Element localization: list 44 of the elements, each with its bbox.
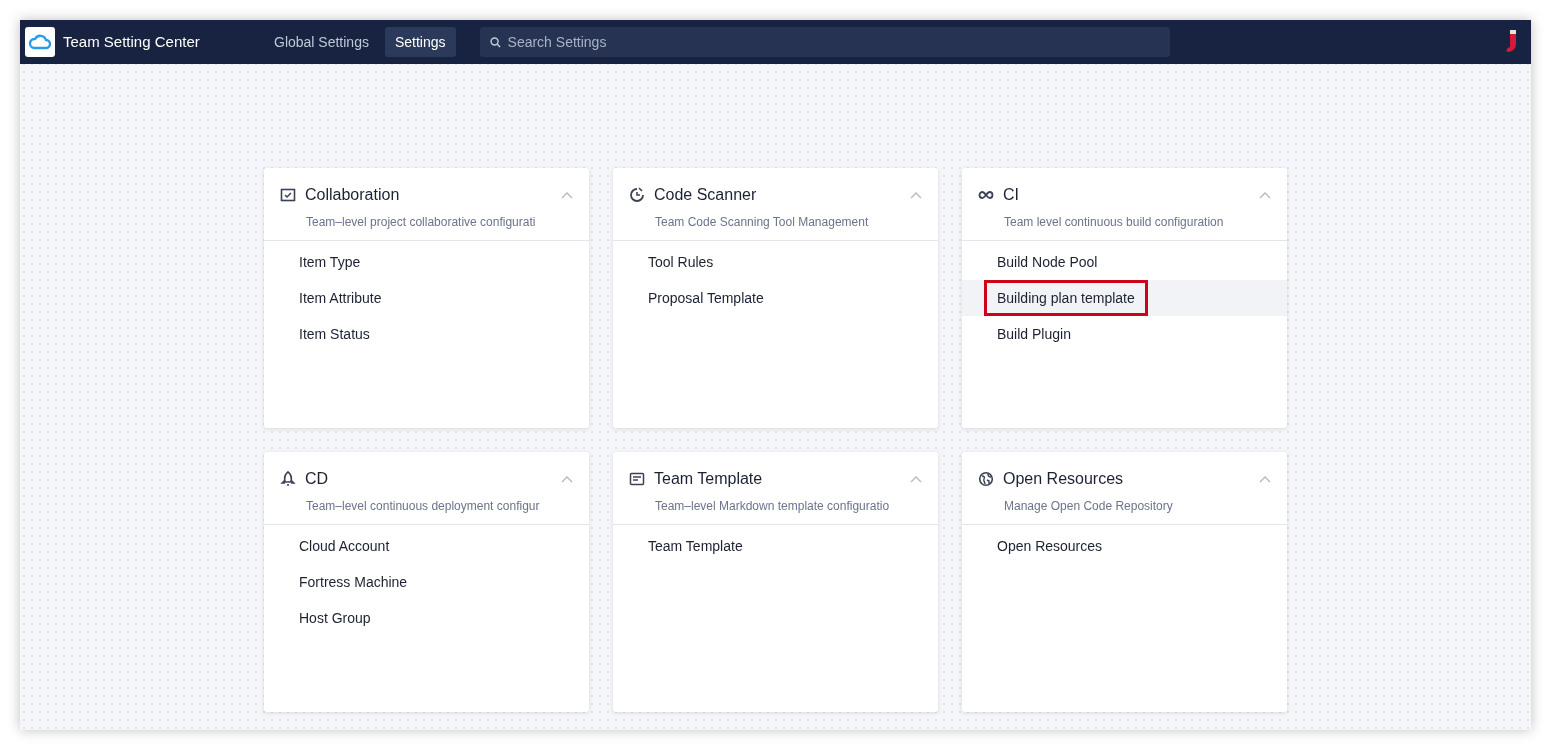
globe-icon	[978, 471, 994, 487]
card-description: Manage Open Code Repository	[1004, 498, 1174, 515]
rocket-icon	[280, 471, 296, 487]
card-title: CD	[305, 469, 330, 489]
settings-link[interactable]: Cloud Account	[286, 528, 403, 564]
collapse-chevron-icon[interactable]	[561, 475, 573, 483]
card-description: Team–level continuous deployment configur	[306, 498, 541, 515]
settings-link[interactable]: Item Status	[286, 316, 383, 352]
stocking-icon[interactable]	[1506, 30, 1518, 54]
document-icon	[629, 471, 645, 487]
card-title: Team Template	[654, 469, 764, 489]
card-description: Team–level Markdown template configuratio	[655, 498, 891, 515]
nav-tab[interactable]: Global Settings	[264, 27, 379, 57]
app-logo[interactable]	[25, 27, 55, 57]
checkbox-icon	[280, 187, 296, 203]
settings-link[interactable]: Item Attribute	[286, 280, 395, 316]
settings-link[interactable]: Host Group	[286, 600, 384, 636]
settings-link[interactable]: Building plan template	[984, 280, 1148, 316]
settings-link[interactable]: Proposal Template	[635, 280, 777, 316]
settings-link[interactable]: Build Plugin	[984, 316, 1084, 352]
card-title: CI	[1003, 185, 1020, 205]
search-icon	[489, 36, 501, 48]
card-description: Team–level project collaborative configurati	[306, 214, 537, 231]
settings-link[interactable]: Fortress Machine	[286, 564, 421, 600]
app-title: Team Setting Center	[63, 31, 201, 52]
settings-link[interactable]: Open Resources	[984, 528, 1116, 564]
settings-link[interactable]: Item Type	[286, 244, 374, 280]
collapse-chevron-icon[interactable]	[1259, 475, 1271, 483]
card-description: Team level continuous build configuration	[1004, 214, 1225, 231]
collapse-chevron-icon[interactable]	[561, 191, 573, 199]
card-title: Code Scanner	[654, 185, 758, 205]
search-input[interactable]: Search Settings	[507, 31, 1160, 53]
settings-link[interactable]: Tool Rules	[635, 244, 727, 280]
nav-tab[interactable]: Settings	[384, 27, 456, 57]
timer-icon	[629, 187, 645, 203]
card-description: Team Code Scanning Tool Management	[655, 214, 870, 231]
card-title: Collaboration	[305, 185, 401, 205]
search-field[interactable]: Search Settings	[479, 27, 1170, 57]
card-title: Open Resources	[1003, 469, 1125, 489]
settings-link[interactable]: Build Node Pool	[984, 244, 1111, 280]
collapse-chevron-icon[interactable]	[910, 191, 922, 199]
collapse-chevron-icon[interactable]	[910, 475, 922, 483]
collapse-chevron-icon[interactable]	[1259, 191, 1271, 199]
settings-link[interactable]: Team Template	[635, 528, 756, 564]
